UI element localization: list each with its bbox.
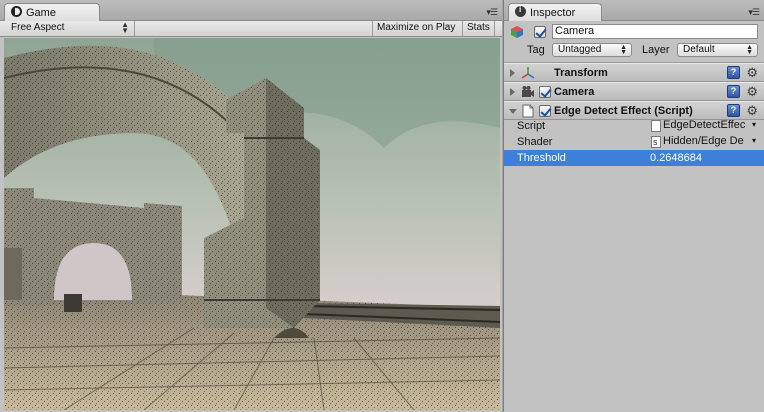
script-object-field[interactable]: EdgeDetectEffec ▾ bbox=[650, 119, 756, 133]
game-view-icon bbox=[11, 6, 22, 17]
info-icon bbox=[515, 5, 526, 17]
camera-enabled-checkbox[interactable] bbox=[539, 86, 551, 98]
stats-button[interactable]: Stats bbox=[462, 21, 495, 36]
help-icon[interactable]: ? bbox=[727, 104, 740, 117]
tab-inspector-label: Inspector bbox=[530, 7, 576, 19]
property-label: Threshold bbox=[517, 152, 566, 164]
property-row-script: Script EdgeDetectEffec ▾ bbox=[504, 118, 764, 134]
file-icon bbox=[651, 120, 661, 132]
tag-label: Tag bbox=[527, 44, 545, 56]
help-icon[interactable]: ? bbox=[727, 66, 740, 79]
game-panel: Game ▾☰ Free Aspect ▲ ▼ Maximize on Play … bbox=[0, 0, 502, 412]
game-viewport[interactable] bbox=[4, 38, 500, 410]
tab-game-label: Game bbox=[26, 7, 56, 19]
foldout-arrow-icon[interactable] bbox=[510, 88, 515, 96]
transform-icon bbox=[521, 67, 535, 79]
inspector-panel: Inspector ▾☰ Camera Tag Untagged ▲▼ Laye… bbox=[503, 0, 764, 412]
shader-file-icon bbox=[651, 136, 661, 149]
panel-menu-icon[interactable]: ▾☰ bbox=[745, 7, 760, 17]
camera-icon bbox=[522, 86, 534, 97]
layer-dropdown-value: Default bbox=[683, 44, 715, 55]
active-checkbox[interactable] bbox=[534, 26, 546, 38]
property-label: Script bbox=[517, 120, 546, 132]
component-title: Camera bbox=[554, 86, 595, 98]
gameobject-cube-icon bbox=[511, 26, 523, 38]
panel-menu-icon[interactable]: ▾☰ bbox=[483, 7, 498, 17]
dropdown-arrow-icon: ▾ bbox=[751, 120, 756, 129]
inspector-tab-bar: Inspector ▾☰ bbox=[504, 0, 764, 21]
tag-dropdown[interactable]: Untagged ▲ ▼ bbox=[552, 43, 632, 57]
script-file-icon bbox=[522, 104, 534, 118]
property-row-shader: Shader Hidden/Edge De ▾ bbox=[504, 134, 764, 150]
component-transform[interactable]: Transform ? ⚙ bbox=[504, 63, 764, 82]
dropdown-arrow-icon: ▾ bbox=[751, 136, 756, 145]
tab-game[interactable]: Game bbox=[4, 3, 100, 21]
gear-icon[interactable]: ⚙ bbox=[746, 84, 758, 99]
layer-label: Layer bbox=[642, 44, 670, 56]
dropdown-arrows-icon: ▲ ▼ bbox=[620, 44, 627, 56]
foldout-arrow-icon[interactable] bbox=[510, 69, 515, 77]
gear-icon[interactable]: ⚙ bbox=[746, 103, 758, 118]
edge-detect-enabled-checkbox[interactable] bbox=[539, 105, 551, 117]
gear-icon[interactable]: ⚙ bbox=[746, 65, 758, 80]
foldout-arrow-icon[interactable] bbox=[509, 109, 517, 114]
component-camera[interactable]: Camera ? ⚙ bbox=[504, 82, 764, 101]
scene-render bbox=[4, 38, 500, 410]
component-title: Edge Detect Effect (Script) bbox=[554, 105, 693, 117]
dropdown-arrows-icon: ▲ ▼ bbox=[121, 20, 129, 35]
dropdown-arrows-icon: ▲ ▼ bbox=[746, 44, 753, 56]
tab-inspector[interactable]: Inspector bbox=[508, 3, 602, 21]
shader-value: Hidden/Edge De bbox=[663, 135, 744, 147]
property-row-threshold[interactable]: Threshold 0.2648684 bbox=[504, 150, 764, 166]
property-label: Shader bbox=[517, 136, 553, 148]
aspect-dropdown[interactable]: Free Aspect ▲ ▼ bbox=[3, 21, 135, 36]
tag-dropdown-value: Untagged bbox=[558, 44, 602, 55]
shader-object-field[interactable]: Hidden/Edge De ▾ bbox=[650, 135, 756, 149]
game-tab-bar: Game ▾☰ bbox=[0, 0, 502, 21]
object-name-field[interactable]: Camera bbox=[552, 24, 758, 39]
component-title: Transform bbox=[554, 67, 608, 79]
maximize-on-play-button[interactable]: Maximize on Play bbox=[372, 21, 459, 36]
aspect-dropdown-label: Free Aspect bbox=[11, 22, 65, 33]
object-header: Camera Tag Untagged ▲ ▼ Layer Default ▲ ▼ bbox=[504, 21, 764, 63]
script-value: EdgeDetectEffec bbox=[663, 119, 746, 131]
layer-dropdown[interactable]: Default ▲ ▼ bbox=[677, 43, 758, 57]
help-icon[interactable]: ? bbox=[727, 85, 740, 98]
game-toolbar: Free Aspect ▲ ▼ Maximize on Play Stats bbox=[0, 21, 502, 37]
threshold-value-field[interactable]: 0.2648684 bbox=[650, 152, 758, 164]
